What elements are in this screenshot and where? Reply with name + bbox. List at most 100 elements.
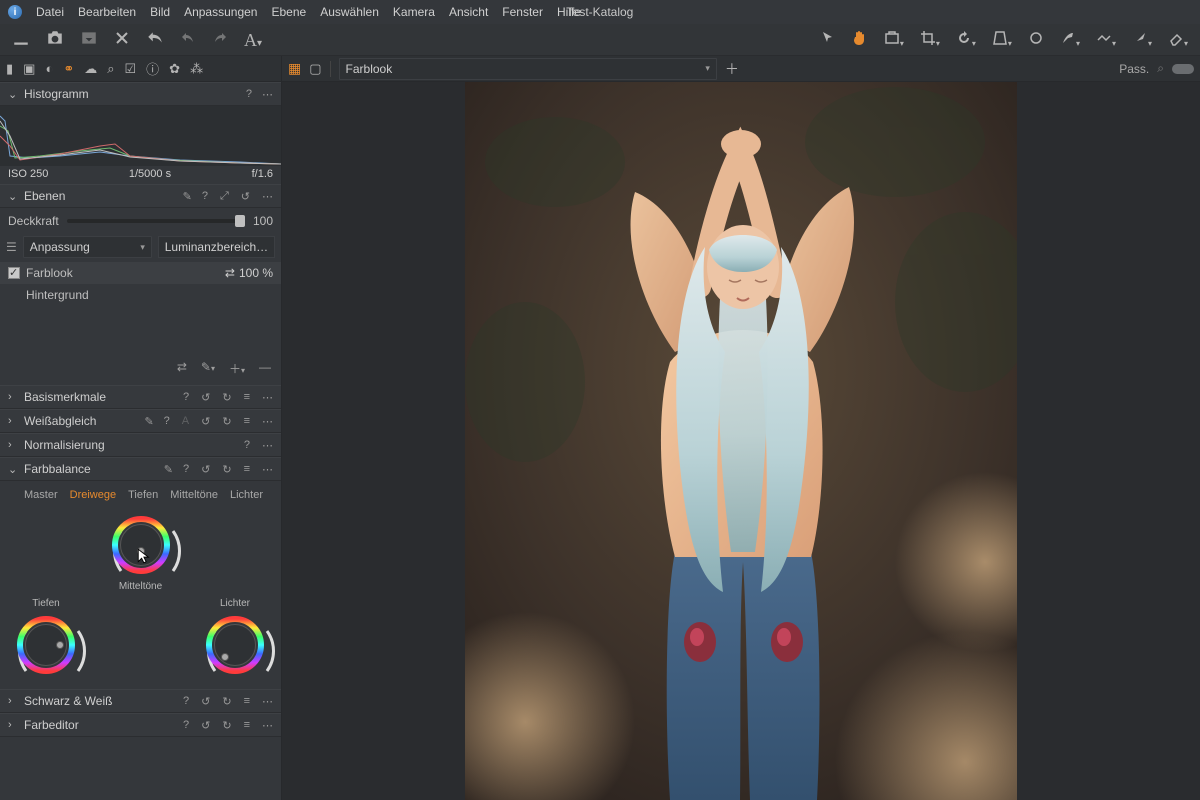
grid-view-icon[interactable]: ▦ (288, 60, 301, 77)
undo-icon[interactable] (180, 30, 196, 50)
undo-large-icon[interactable] (146, 29, 164, 51)
menu-window[interactable]: Fenster (502, 5, 543, 19)
copy-icon[interactable]: ↻ (222, 719, 231, 732)
more-icon[interactable]: ⋯ (262, 719, 273, 732)
picker-icon[interactable]: ✎ (144, 415, 153, 428)
panel-norm-header[interactable]: › Normalisierung ?⋯ (0, 433, 281, 457)
menu-icon[interactable]: ≡ (244, 695, 250, 707)
more-icon[interactable]: ⋯ (262, 695, 273, 708)
menu-edit[interactable]: Bearbeiten (78, 5, 136, 19)
luminance-mask-button[interactable]: Luminanzbereich… (158, 236, 275, 258)
menu-icon[interactable]: ≡ (244, 463, 250, 475)
more-icon[interactable]: ⋯ (262, 88, 273, 101)
layer-type-dropdown[interactable]: Anpassung▾ (23, 236, 152, 258)
tab-fx-icon[interactable]: ⁂ (190, 61, 203, 77)
menu-layer[interactable]: Ebene (271, 5, 306, 19)
menu-image[interactable]: Bild (150, 5, 170, 19)
tab-gear-icon[interactable]: ✿ (169, 61, 180, 77)
tab-midtones[interactable]: Mitteltöne (170, 489, 218, 501)
panel-bw-header[interactable]: › Schwarz & Weiß ?↺↻≡⋯ (0, 689, 281, 713)
tab-color-icon[interactable]: ◐ (45, 61, 53, 76)
menu-view[interactable]: Ansicht (449, 5, 488, 19)
copy-icon[interactable]: ↻ (222, 391, 231, 404)
layer-item[interactable]: Hintergrund (0, 284, 281, 306)
shape-icon[interactable] (1028, 30, 1044, 50)
canvas[interactable] (282, 82, 1200, 800)
close-icon[interactable] (114, 30, 130, 50)
layer-item[interactable]: Farblook ⇄100 % (0, 262, 281, 284)
text-tool-icon[interactable]: A▾ (244, 31, 262, 49)
more-icon[interactable]: ⋯ (262, 391, 273, 404)
single-view-icon[interactable]: ▢ (309, 61, 321, 77)
crop-icon[interactable]: ▾ (920, 30, 940, 50)
import-icon[interactable] (12, 29, 30, 51)
help-icon[interactable]: ? (164, 415, 170, 427)
heal-icon[interactable]: ▾ (1096, 30, 1116, 50)
panel-wb-header[interactable]: › Weißabgleich ✎ ?A↺↻≡⋯ (0, 409, 281, 433)
menu-icon[interactable]: ≡ (244, 719, 250, 731)
help-icon[interactable]: ? (202, 190, 208, 202)
layer-mask-icon[interactable]: ✎▾ (201, 360, 215, 377)
tab-library-icon[interactable]: ▮ (6, 61, 13, 77)
layer-visibility-checkbox[interactable] (8, 267, 20, 279)
copy-icon[interactable]: ↻ (222, 695, 231, 708)
reset-icon[interactable]: ↺ (201, 695, 210, 708)
tab-master[interactable]: Master (24, 489, 58, 501)
tab-highlights[interactable]: Lichter (230, 489, 263, 501)
menu-icon[interactable]: ≡ (244, 415, 250, 427)
reset-icon[interactable]: ↺ (201, 391, 210, 404)
layer-blend-icon[interactable]: ⇄ (225, 266, 235, 280)
help-icon[interactable]: ? (183, 719, 189, 731)
tab-checklist-icon[interactable]: ☑ (125, 61, 137, 77)
variant-dropdown[interactable]: Farblook▾ (339, 58, 717, 80)
tab-threeway[interactable]: Dreiwege (70, 489, 116, 501)
help-icon[interactable]: ? (183, 391, 189, 403)
panel-layers-header[interactable]: ⌄ Ebenen ✎ ? ⤢ ↺ ⋯ (0, 184, 281, 208)
menu-adjustments[interactable]: Anpassungen (184, 5, 257, 19)
menu-camera[interactable]: Kamera (393, 5, 435, 19)
tab-adjust-icon[interactable]: ⚭ (63, 61, 74, 77)
toggle-pill[interactable] (1172, 64, 1194, 74)
reset-icon[interactable]: ↺ (201, 719, 210, 732)
keystone-icon[interactable]: ▾ (992, 30, 1012, 50)
layer-delete-icon[interactable]: — (259, 360, 271, 377)
layer-settings-icon[interactable]: ⇄ (177, 360, 187, 377)
help-icon[interactable]: ? (183, 695, 189, 707)
camera-icon[interactable] (46, 29, 64, 51)
export-icon[interactable] (80, 29, 98, 51)
wheel-midtones-top[interactable] (109, 513, 173, 577)
wheel-shadows[interactable] (14, 613, 78, 677)
help-icon[interactable]: ? (244, 439, 250, 451)
spot-icon[interactable]: ▾ (1060, 30, 1080, 50)
opacity-slider[interactable] (67, 219, 245, 223)
zoom-icon[interactable]: ⌕ (1157, 61, 1164, 76)
menu-file[interactable]: Datei (36, 5, 64, 19)
help-icon[interactable]: ? (183, 463, 189, 475)
rotate-canvas-icon[interactable]: ▾ (884, 30, 904, 50)
hand-icon[interactable] (852, 30, 868, 50)
help-icon[interactable]: ? (246, 88, 252, 100)
more-icon[interactable]: ⋯ (262, 463, 273, 476)
panel-histogram-header[interactable]: ⌄ Histogramm ? ⋯ (0, 82, 281, 106)
rotate-icon[interactable]: ▾ (956, 30, 976, 50)
auto-icon[interactable]: A (182, 415, 189, 427)
redo-icon[interactable] (212, 30, 228, 50)
panel-colorbalance-header[interactable]: ⌄ Farbbalance ✎ ?↺↻≡⋯ (0, 457, 281, 481)
tab-camera-icon[interactable]: ▣ (23, 61, 35, 77)
more-icon[interactable]: ⋯ (262, 415, 273, 428)
tab-shadows[interactable]: Tiefen (128, 489, 158, 501)
reset-icon[interactable]: ↺ (201, 415, 210, 428)
eraser-icon[interactable]: ▾ (1168, 30, 1188, 50)
copy-icon[interactable]: ↻ (222, 463, 231, 476)
gradient-icon[interactable]: ▾ (1132, 30, 1152, 50)
reset-icon[interactable]: ↺ (201, 463, 210, 476)
wheel-highlights[interactable] (203, 613, 267, 677)
menu-select[interactable]: Auswählen (320, 5, 379, 19)
picker-icon[interactable]: ✎ (164, 463, 173, 476)
add-variant-icon[interactable]: ＋ (725, 59, 739, 79)
layer-add-icon[interactable]: ＋▾ (229, 360, 245, 377)
expand-icon[interactable]: ⤢ (220, 190, 229, 203)
panel-basic-header[interactable]: › Basismerkmale ?↺↻≡⋯ (0, 385, 281, 409)
more-icon[interactable]: ⋯ (262, 439, 273, 452)
panel-coloreditor-header[interactable]: › Farbeditor ?↺↻≡⋯ (0, 713, 281, 737)
